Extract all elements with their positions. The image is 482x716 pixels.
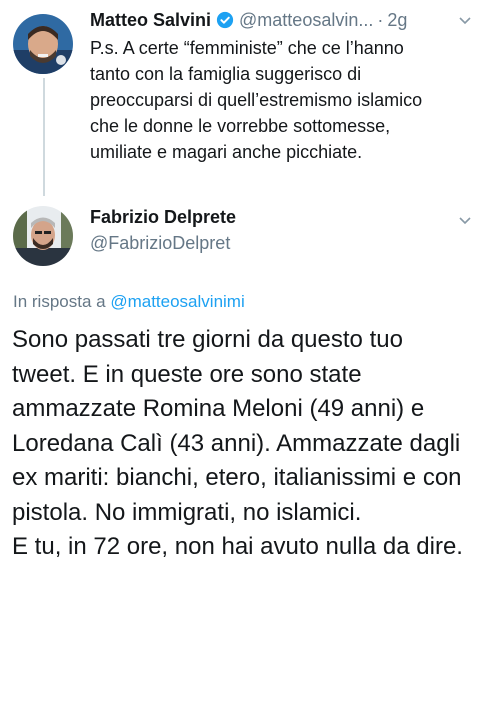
tweet-text: P.s. A certe “femministe” che ce l’hanno…	[90, 38, 423, 162]
reply-tweet-text: Sono passati tre giorni da questo tuo tw…	[12, 323, 472, 565]
reply-prefix: In risposta a	[13, 292, 111, 311]
reply-context: In risposta a @matteosalvinimi	[13, 290, 245, 314]
author-name[interactable]: Fabrizio Delprete	[90, 204, 236, 230]
chevron-down-icon[interactable]	[457, 12, 473, 28]
author-name[interactable]: Matteo Salvini	[90, 8, 211, 32]
thread-connector-line	[43, 78, 45, 196]
parent-tweet[interactable]: Matteo Salvini @matteosalvin... · 2g P.s…	[90, 8, 474, 165]
tweet-timestamp[interactable]: 2g	[387, 8, 407, 32]
separator-dot: ·	[377, 10, 384, 30]
avatar-matteo-salvini[interactable]	[13, 14, 73, 74]
avatar-fabrizio-delprete[interactable]	[13, 206, 73, 266]
tweet-paragraph: E tu, in 72 ore, non hai avuto nulla da …	[12, 533, 463, 560]
chevron-down-icon[interactable]	[457, 212, 473, 228]
tweet-paragraph: Sono passati tre giorni da questo tuo tw…	[12, 326, 462, 526]
reply-tweet-header: Fabrizio Delprete @FabrizioDelpret	[90, 204, 236, 256]
reply-mention-link[interactable]: @matteosalvinimi	[110, 292, 244, 311]
author-handle[interactable]: @FabrizioDelpret	[90, 230, 236, 256]
verified-badge-icon	[216, 11, 234, 29]
tweet-header: Matteo Salvini @matteosalvin... · 2g	[90, 8, 474, 32]
author-handle[interactable]: @matteosalvin...	[239, 8, 373, 32]
